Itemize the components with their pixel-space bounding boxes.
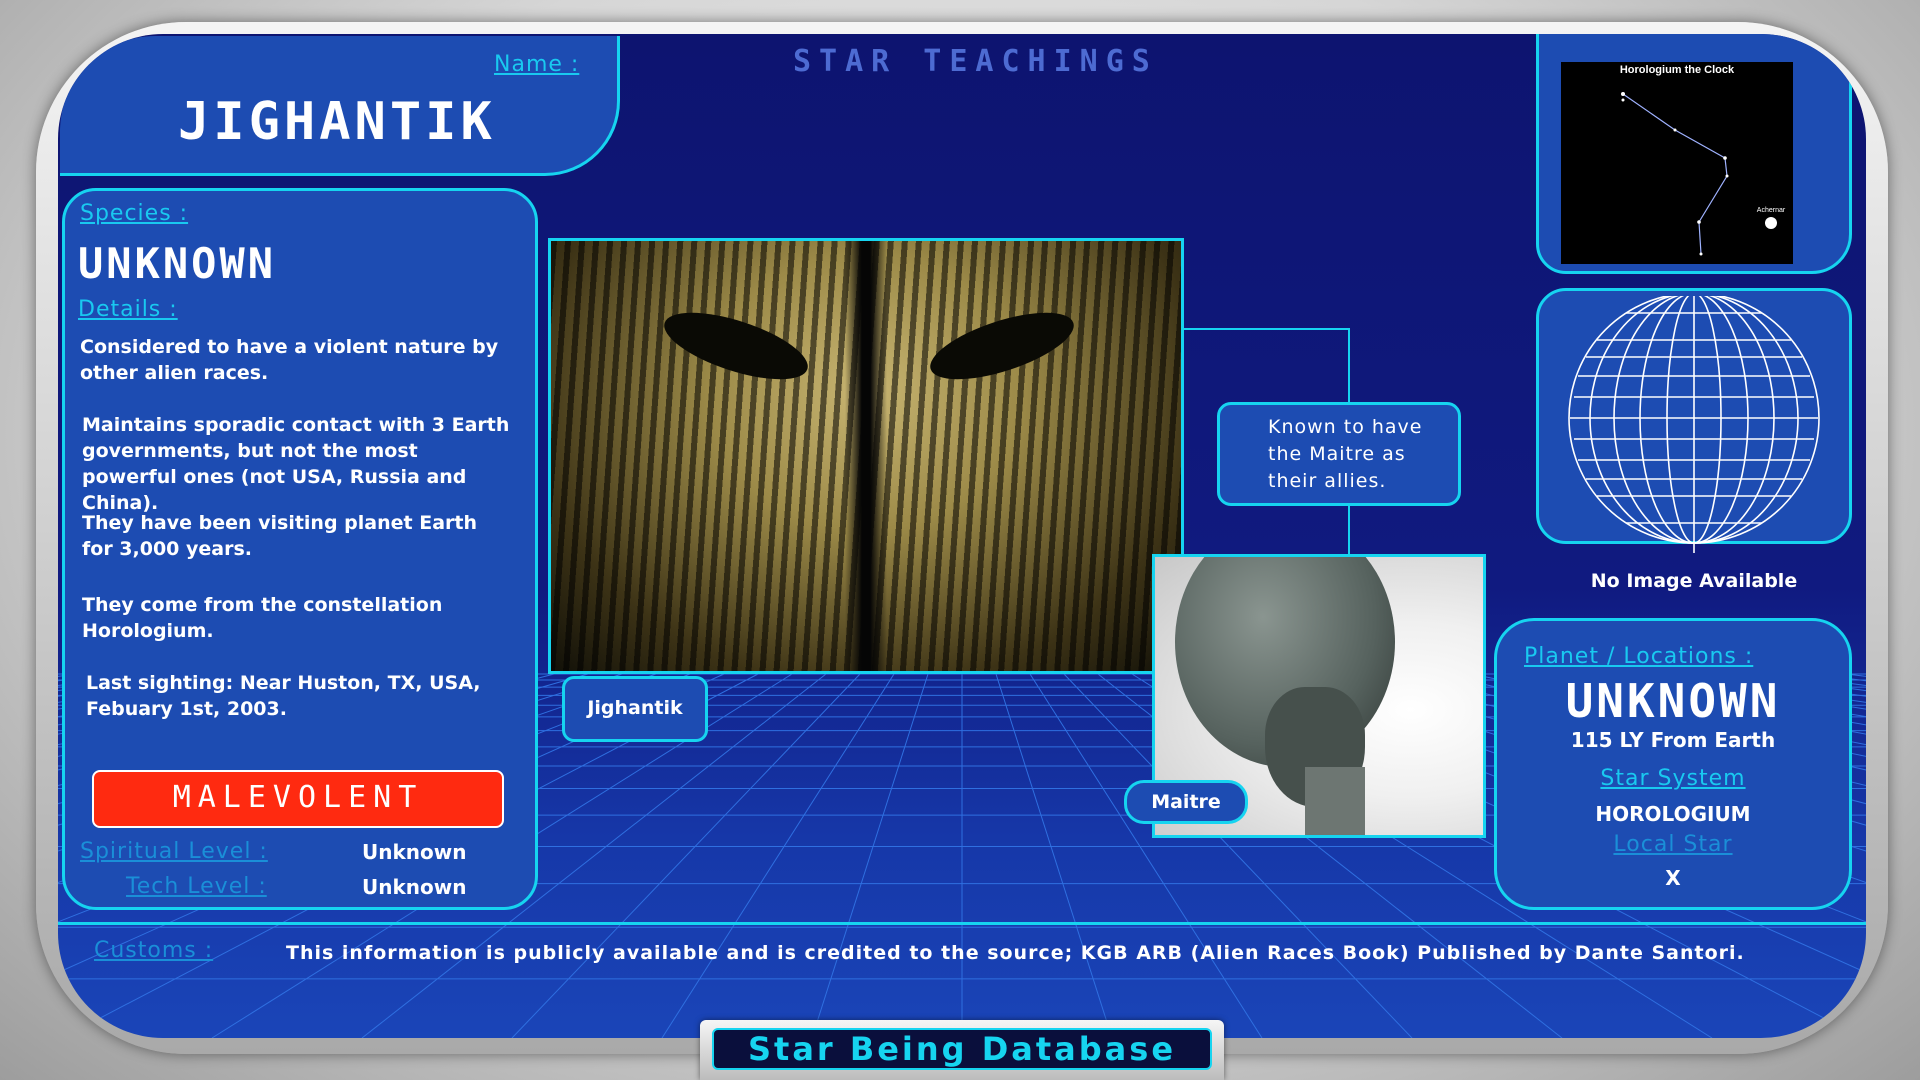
- detail-paragraph: Considered to have a violent nature by o…: [80, 336, 499, 384]
- star-point: [1621, 92, 1625, 96]
- customs-label: Customs :: [94, 938, 214, 963]
- right-eye: [922, 299, 1082, 393]
- name-label: Name :: [494, 52, 580, 77]
- globe-caption: No Image Available: [1590, 570, 1798, 592]
- star-point: [1699, 252, 1703, 256]
- detail-paragraph: They come from the constellation Horolog…: [82, 594, 443, 642]
- ally-image-caption[interactable]: Maitre: [1124, 780, 1248, 824]
- star-point: [1723, 156, 1727, 160]
- star-system-label: Star System: [1600, 766, 1746, 791]
- star-label: Achernar: [1757, 207, 1786, 214]
- spiritual-level-value: Unknown: [362, 840, 467, 864]
- credit-text: This information is publicly available a…: [286, 942, 1745, 964]
- distance-value: 115 LY From Earth: [1570, 728, 1776, 752]
- globe-icon: [1568, 296, 1820, 553]
- planet-value: UNKNOWN: [1565, 674, 1781, 728]
- details-label: Details :: [78, 297, 178, 322]
- connector-line: [1184, 328, 1350, 330]
- connector-line: [1348, 328, 1350, 404]
- detail-paragraph: They have been visiting planet Earth for…: [82, 512, 478, 560]
- footer-divider: [58, 922, 1866, 925]
- page-title: STAR TEACHINGS: [793, 44, 1158, 79]
- screen: Name : JIGHANTIK STAR TEACHINGS Species …: [58, 34, 1866, 1038]
- star-point: [1697, 220, 1701, 224]
- constellation-map-bg: [1561, 62, 1793, 264]
- star-system-value: HOROLOGIUM: [1595, 802, 1751, 826]
- detail-paragraph: Maintains sporadic contact with 3 Earth …: [82, 414, 510, 514]
- local-star-value: X: [1665, 866, 1681, 890]
- constellation-title: Horologium the Clock: [1620, 64, 1735, 76]
- ally-neck: [1305, 767, 1365, 835]
- species-value: UNKNOWN: [78, 239, 277, 288]
- face-center-ridge: [845, 241, 887, 671]
- database-title: Star Being Database: [747, 1030, 1177, 1068]
- grid-line: [811, 673, 929, 1038]
- planet-locations-label: Planet / Locations :: [1524, 644, 1754, 669]
- achernar-star: [1765, 217, 1777, 229]
- species-label: Species :: [80, 201, 189, 226]
- ally-note-text: Known to have the Maitre as their allies…: [1268, 416, 1423, 492]
- disposition-label: MALEVOLENT: [172, 780, 424, 815]
- star-point: [1621, 98, 1625, 102]
- tech-level-value: Unknown: [362, 875, 467, 899]
- constellation-map: Horologium the Clock Achernar: [1561, 62, 1793, 264]
- left-eye: [656, 299, 816, 393]
- star-point: [1673, 128, 1677, 132]
- alien-portrait-image: [548, 238, 1184, 674]
- local-star-label: Local Star: [1613, 832, 1733, 857]
- main-image-caption[interactable]: Jighantik: [562, 676, 708, 742]
- spiritual-level-label: Spiritual Level :: [80, 839, 268, 864]
- grid-line: [995, 673, 1113, 1038]
- alien-name: JIGHANTIK: [178, 92, 496, 152]
- detail-paragraph: Last sighting: Near Huston, TX, USA, Feb…: [86, 672, 481, 720]
- tech-level-label: Tech Level :: [126, 874, 267, 899]
- star-point: [1725, 174, 1729, 178]
